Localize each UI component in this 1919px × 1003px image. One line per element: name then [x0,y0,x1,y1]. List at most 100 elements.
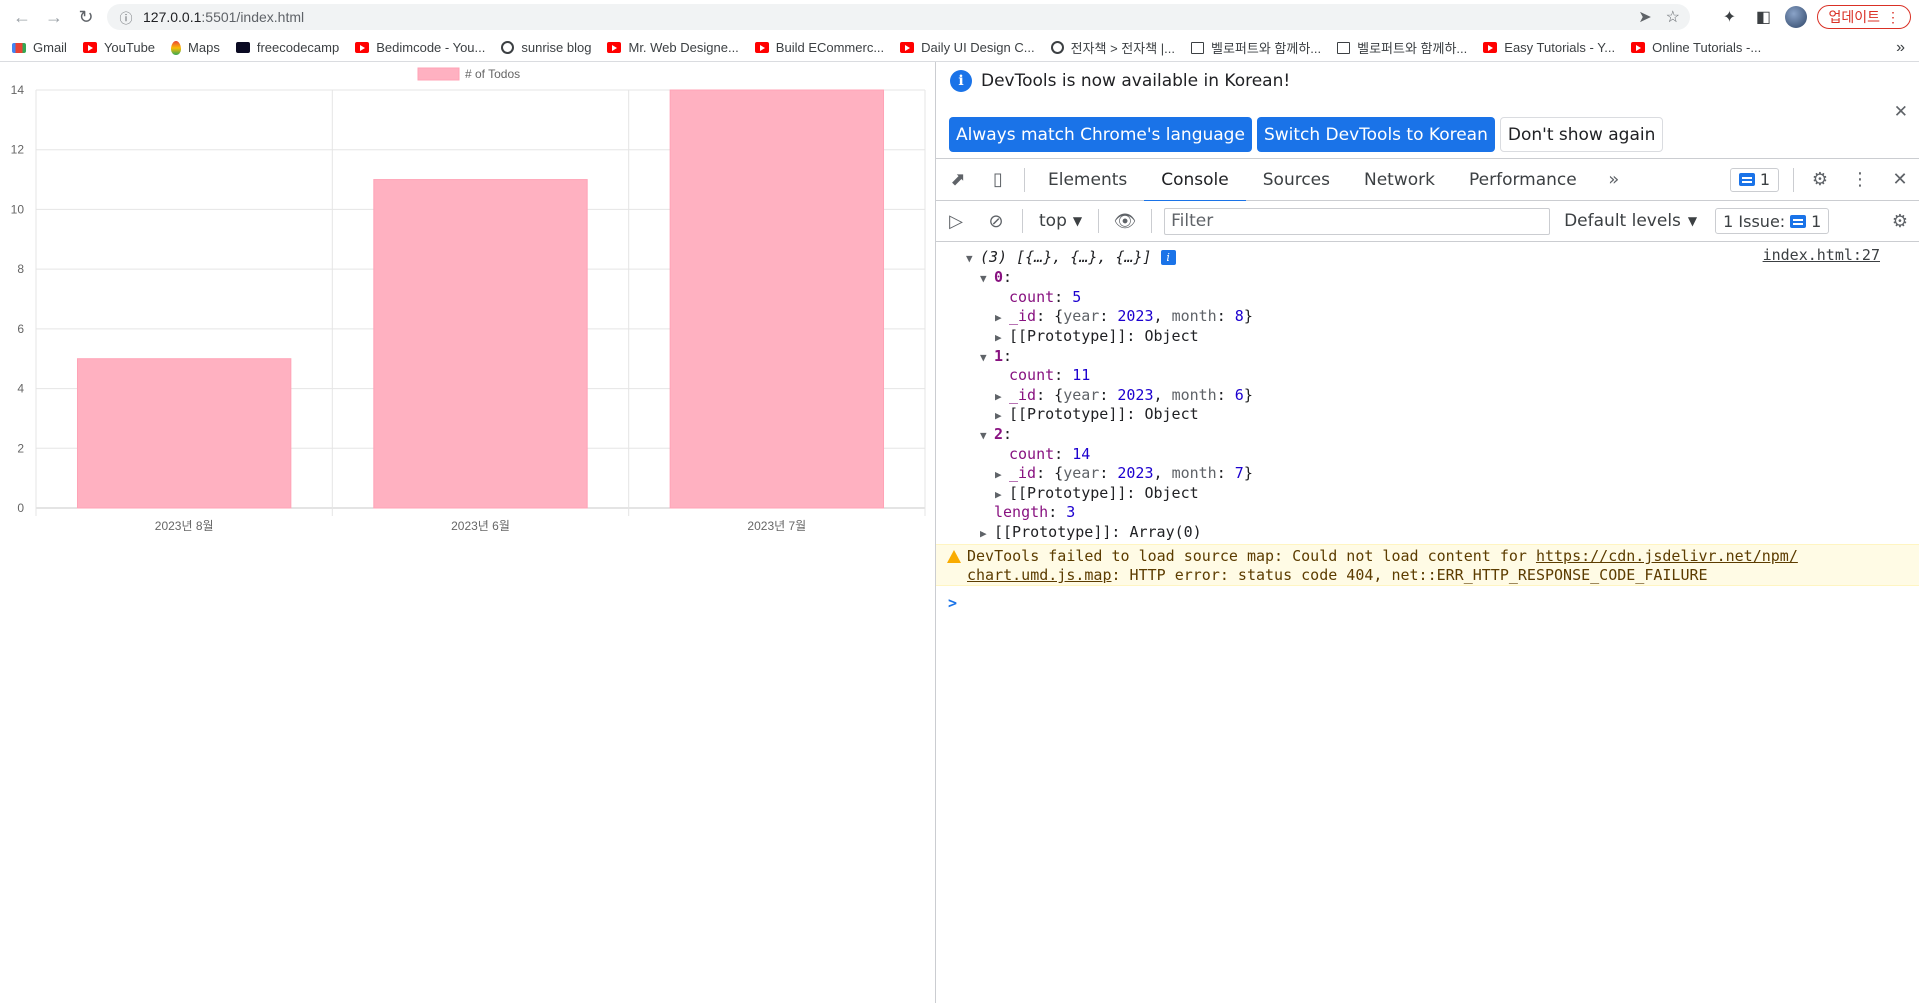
messages-badge[interactable]: 1 [1729,167,1779,192]
bookmark-item[interactable]: 벨로퍼트와 함께하... [1337,38,1467,57]
bookmark-item[interactable]: Mr. Web Designe... [607,40,739,55]
bookmark-label: YouTube [103,40,156,55]
more-bookmarks-icon[interactable]: » [1896,34,1905,62]
bookmark-label: Bedimcode - You... [376,40,486,55]
back-button[interactable]: ← [6,1,38,33]
expand-triangle-icon[interactable]: ▶ [995,308,1009,328]
freecodecamp-icon [235,42,250,53]
expand-triangle-icon[interactable]: ▼ [980,348,994,368]
log-item-id[interactable]: ▶ _id: {year: 2023, month: 6} [995,385,1253,405]
log-levels-dropdown[interactable]: Default levels ▼ [1564,211,1697,231]
y-tick-label: 12 [11,143,25,157]
extensions-icon[interactable]: ✦ [1717,5,1741,29]
issues-count: 1 [1811,211,1822,231]
expand-triangle-icon[interactable]: ▶ [995,465,1009,485]
expand-triangle-icon[interactable]: ▶ [980,524,994,544]
bookmark-item[interactable]: freecodecamp [235,40,339,55]
site-info-icon[interactable]: ⓘ [115,8,137,27]
expand-triangle-icon[interactable]: ▶ [995,406,1009,426]
customize-menu-icon[interactable]: ⋮ [1840,159,1880,201]
forward-button[interactable]: → [38,1,70,33]
device-toolbar-icon[interactable]: ▯ [978,159,1018,201]
bookmark-item[interactable]: Maps [171,40,220,55]
tab-elements[interactable]: Elements [1031,159,1144,201]
context-selector[interactable]: top ▼ [1029,211,1092,231]
expand-triangle-icon[interactable]: ▼ [980,426,994,446]
source-link[interactable]: index.html:27 [1763,246,1880,264]
profile-avatar[interactable] [1785,6,1808,28]
dont-show-again-button[interactable]: Don't show again [1499,117,1664,152]
more-tabs-icon[interactable]: » [1594,159,1634,201]
warning-link-cont[interactable]: chart.umd.js.map [967,566,1112,584]
devtools-tabbar: ⬈ ▯ Elements Console Sources Network Perform… [936,159,1919,202]
bookmark-item[interactable]: Bedimcode - You... [355,40,485,55]
log-item-count: count: 14 [1009,445,1091,463]
issues-button[interactable]: 1 Issue: 1 [1715,208,1830,234]
match-language-button[interactable]: Always match Chrome's language [949,117,1252,152]
close-devtools-icon[interactable]: ✕ [1880,159,1919,201]
console-prompt[interactable]: > [948,594,957,612]
switch-language-button[interactable]: Switch DevTools to Korean [1256,117,1495,152]
close-infobar-icon[interactable]: ✕ [1894,102,1908,122]
bookmark-item[interactable]: Build ECommerc... [754,40,884,55]
log-item-id[interactable]: ▶ _id: {year: 2023, month: 7} [995,463,1253,483]
bookmark-label: Easy Tutorials - Y... [1504,40,1616,55]
bookmark-label: sunrise blog [521,40,592,55]
bookmark-item[interactable]: 전자책 > 전자책 |... [1050,38,1175,57]
info-icon[interactable]: i [1160,250,1176,265]
settings-gear-icon[interactable]: ⚙ [1800,159,1840,201]
expand-triangle-icon[interactable]: ▶ [995,328,1009,348]
bookmark-item[interactable]: Online Tutorials -... [1631,40,1761,55]
inspect-element-icon[interactable]: ⬈ [938,159,978,201]
array-prototype[interactable]: ▶ [[Prototype]]: Array(0) [980,522,1202,542]
reload-button[interactable]: ↻ [70,1,102,33]
bookmark-item[interactable]: Easy Tutorials - Y... [1483,40,1615,55]
clear-console-icon[interactable]: ⊘ [976,200,1016,242]
log-item-prototype[interactable]: ▶ [[Prototype]]: Object [995,326,1199,346]
warning-link[interactable]: https://cdn.jsdelivr.net/npm/ [1536,547,1798,565]
tab-network[interactable]: Network [1347,159,1452,201]
youtube-icon [607,42,622,53]
youtube-icon [1483,42,1498,53]
side-panel-icon[interactable]: ◧ [1751,5,1775,29]
bookmark-item[interactable]: Daily UI Design C... [900,40,1035,55]
console-toolbar: ▷ ⊘ top ▼ 👁 Filter Default levels ▼ 1 Issu… [936,201,1919,242]
bookmark-label: Gmail [33,40,67,55]
bookmark-item[interactable]: Gmail [12,40,67,55]
x-tick-label: 2023년 6월 [451,519,510,533]
address-bar[interactable]: ⓘ 127.0.0.1:5501/index.html ➤ ☆ [107,4,1690,30]
tab-sources[interactable]: Sources [1246,159,1347,201]
update-button[interactable]: 업데이트 ⋮ [1817,5,1911,29]
log-item-prototype[interactable]: ▶ [[Prototype]]: Object [995,483,1199,503]
y-tick-label: 4 [17,382,24,396]
dropdown-arrow-icon: ▼ [1687,214,1698,228]
log-item-id[interactable]: ▶ _id: {year: 2023, month: 8} [995,306,1253,326]
log-item-index[interactable]: ▼ 2: [980,424,1012,444]
tab-performance[interactable]: Performance [1452,159,1594,201]
tab-console[interactable]: Console [1144,159,1246,202]
log-item-count: count: 11 [1009,366,1091,384]
log-array-summary[interactable]: ▼ (3) [{…}, {…}, {…}] i [966,247,1176,267]
y-tick-label: 0 [17,501,24,515]
filter-input[interactable]: Filter [1164,207,1551,235]
expand-triangle-icon[interactable]: ▼ [980,269,994,289]
bar-chart: 0 2 4 6 8 10 12 14 2023년 8월 2023년 6월 2023년 7월 # of … [11,67,926,533]
console-settings-icon[interactable]: ⚙ [1880,200,1919,242]
dropdown-arrow-icon: ▼ [1072,214,1083,228]
log-item-prototype[interactable]: ▶ [[Prototype]]: Object [995,404,1199,424]
bookmark-item[interactable]: 벨로퍼트와 함께하... [1191,38,1321,57]
book-icon [1191,41,1204,54]
log-item-index[interactable]: ▼ 1: [980,346,1012,366]
globe-icon [1050,41,1064,54]
youtube-icon [754,42,769,53]
bookmark-item[interactable]: sunrise blog [501,40,591,55]
log-item-index[interactable]: ▼ 0: [980,267,1012,287]
levels-label: Default levels [1564,211,1681,231]
maps-icon [171,40,182,55]
expand-triangle-icon[interactable]: ▼ [966,249,980,269]
bookmark-star-icon[interactable]: ☆ [1666,7,1680,27]
live-expression-eye-icon[interactable]: 👁 [1105,200,1145,242]
send-icon[interactable]: ➤ [1638,7,1651,27]
show-sidebar-icon[interactable]: ▷ [936,200,976,242]
bookmark-item[interactable]: YouTube [82,40,156,55]
